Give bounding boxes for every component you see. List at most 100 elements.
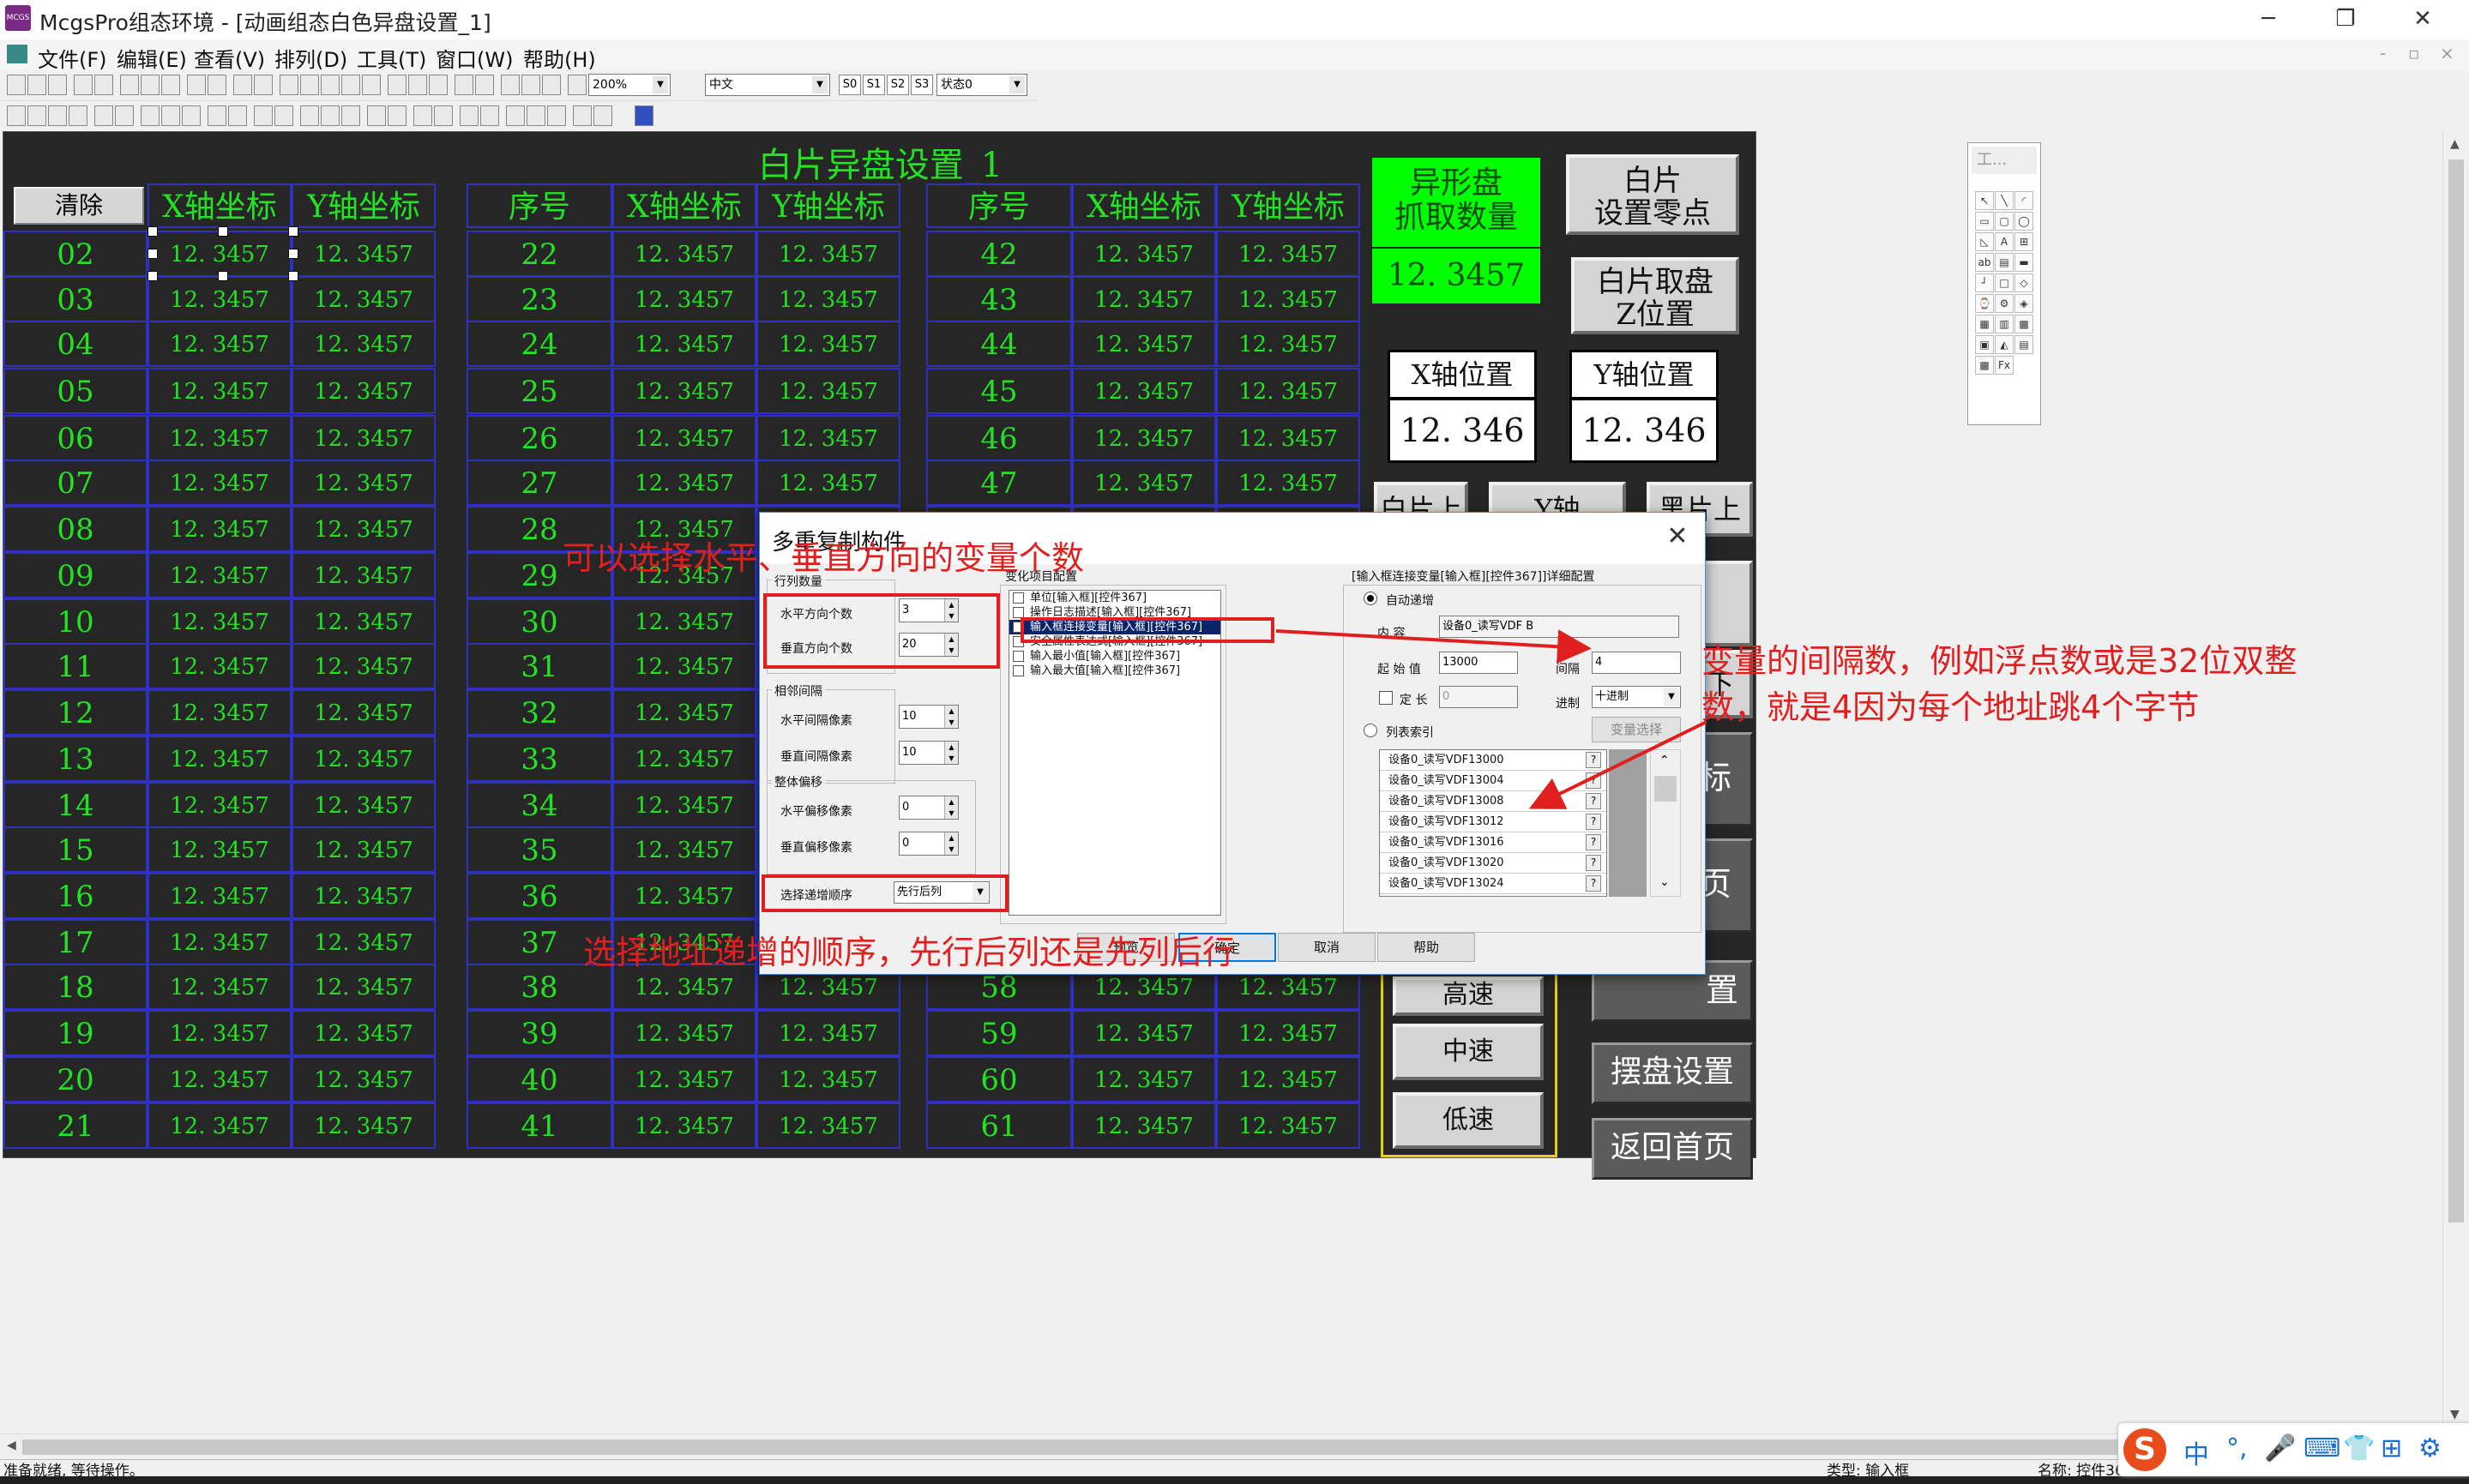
col1-y-input[interactable]: 12. 3457 <box>292 873 436 919</box>
palette-tool-icon[interactable]: ab <box>1975 253 1994 272</box>
toolbox-icon[interactable]: ⊞ <box>2381 1433 2402 1463</box>
mid-speed-button[interactable]: 中速 <box>1393 1024 1544 1080</box>
palette-tool-icon[interactable]: ▩ <box>1975 356 1994 375</box>
save-icon[interactable] <box>48 75 67 95</box>
menu-edit[interactable]: 编辑(E) <box>117 43 187 73</box>
center-v-icon[interactable] <box>274 105 293 126</box>
col3-y-input[interactable]: 12. 3457 <box>1216 276 1360 322</box>
col2-x-input[interactable]: 12. 3457 <box>612 1010 756 1056</box>
palette-tool-icon[interactable]: Fx <box>1995 356 2014 375</box>
address-select-button[interactable]: ? <box>1586 875 1601 892</box>
col3-y-input[interactable]: 12. 3457 <box>1216 1010 1360 1056</box>
tool-icon-b[interactable] <box>254 75 273 95</box>
col2-x-input[interactable]: 12. 3457 <box>612 231 756 277</box>
col1-x-input[interactable]: 12. 3457 <box>148 1010 292 1056</box>
selection-handle[interactable] <box>148 226 158 237</box>
col3-x-input[interactable]: 12. 3457 <box>1072 368 1216 414</box>
selection-handle[interactable] <box>288 249 298 259</box>
address-row[interactable]: 设备0_读写VDF13012? <box>1380 812 1606 832</box>
align-bottom-icon[interactable] <box>69 105 87 126</box>
address-row[interactable]: 设备0_读写VDF13004? <box>1380 771 1606 791</box>
col1-y-input[interactable]: 12. 3457 <box>292 368 436 414</box>
horizontal-scroll-thumb[interactable] <box>22 1439 2398 1455</box>
col1-x-input[interactable]: 12. 3457 <box>148 368 292 414</box>
address-select-button[interactable]: ? <box>1586 793 1601 809</box>
col1-x-input[interactable]: 12. 3457 <box>148 1102 292 1149</box>
spinner-icon[interactable]: ▲ ▼ <box>944 796 958 819</box>
mdi-restore-button[interactable]: ▫ <box>2408 43 2420 63</box>
palette-tool-icon[interactable]: ↖ <box>1975 191 1994 210</box>
dialog-close-button[interactable]: ✕ <box>1659 518 1696 556</box>
palette-tool-icon[interactable]: ◯ <box>2014 212 2033 231</box>
col1-y-input[interactable]: 12. 3457 <box>292 276 436 322</box>
h-offset-input[interactable]: 0 ▲ ▼ <box>899 796 959 820</box>
menu-arrange[interactable]: 排列(D) <box>274 43 347 73</box>
col2-y-input[interactable]: 12. 3457 <box>756 231 900 277</box>
palette-tool-icon[interactable]: ▥ <box>1995 315 2014 333</box>
palette-tool-icon[interactable]: A <box>1995 232 2014 251</box>
address-row[interactable]: 设备0_读写VDF13020? <box>1380 853 1606 874</box>
state-s0-button[interactable]: S0 <box>839 75 861 95</box>
align-center-v-icon[interactable] <box>115 105 134 126</box>
clear-button[interactable]: 清除 <box>14 187 144 225</box>
col3-x-input[interactable]: 12. 3457 <box>1072 460 1216 506</box>
tray-setting-button[interactable]: 摆盘设置 <box>1592 1042 1753 1104</box>
redo-icon[interactable] <box>208 75 226 95</box>
address-select-button[interactable]: ? <box>1586 814 1601 830</box>
address-row[interactable]: 设备0_读写VDF13008? <box>1380 791 1606 812</box>
col2-y-input[interactable]: 12. 3457 <box>756 321 900 367</box>
col3-x-input[interactable]: 12. 3457 <box>1072 1056 1216 1102</box>
col2-x-input[interactable]: 12. 3457 <box>612 276 756 322</box>
paste-icon[interactable] <box>161 75 180 95</box>
close-button[interactable]: ✕ <box>2384 0 2461 39</box>
open-icon[interactable] <box>27 75 46 95</box>
tool-icon-h[interactable] <box>388 75 406 95</box>
col1-x-input[interactable]: 12. 3457 <box>148 460 292 506</box>
start-input[interactable]: 13000 <box>1439 652 1518 674</box>
col2-y-input[interactable]: 12. 3457 <box>756 1102 900 1149</box>
address-list[interactable]: 设备0_读写VDF13000? 设备0_读写VDF13004? 设备0_读写VDF1… <box>1379 749 1607 897</box>
col3-y-input[interactable]: 12. 3457 <box>1216 460 1360 506</box>
col2-x-input[interactable]: 12. 3457 <box>612 873 756 919</box>
h-spacing-input[interactable]: 10 ▲ ▼ <box>899 705 959 729</box>
palette-tool-icon[interactable]: ⌚ <box>1975 294 1994 313</box>
chevron-down-icon[interactable]: ⌄ <box>1659 875 1670 889</box>
menu-file[interactable]: 文件(F) <box>38 43 107 73</box>
col2-x-input[interactable]: 12. 3457 <box>612 598 756 645</box>
flip-h-icon[interactable] <box>321 105 340 126</box>
palette-tool-icon[interactable]: ▦ <box>1975 315 1994 333</box>
col2-x-input[interactable]: 12. 3457 <box>612 826 756 873</box>
selection-handle[interactable] <box>288 226 298 237</box>
content-input[interactable]: 设备0_读写VDF B <box>1439 616 1679 638</box>
tool-icon-g[interactable] <box>362 75 381 95</box>
palette-tool-icon[interactable]: ┘ <box>1975 273 1994 292</box>
state-s2-button[interactable]: S2 <box>887 75 909 95</box>
grid-icon[interactable] <box>413 105 432 126</box>
group-icon[interactable] <box>367 105 386 126</box>
col2-x-input[interactable]: 12. 3457 <box>612 736 756 782</box>
tool-icon-o[interactable] <box>542 75 561 95</box>
palette-tool-icon[interactable]: ⚙ <box>1995 294 2014 313</box>
flip-v-icon[interactable] <box>341 105 360 126</box>
col1-y-input[interactable]: 12. 3457 <box>292 782 436 828</box>
col1-y-input[interactable]: 12. 3457 <box>292 736 436 782</box>
fixed-length-checkbox[interactable] <box>1379 691 1393 705</box>
tool-icon-c[interactable] <box>280 75 298 95</box>
menu-view[interactable]: 查看(V) <box>194 43 265 73</box>
bring-front-icon[interactable] <box>460 105 479 126</box>
align-center-h-icon[interactable] <box>94 105 113 126</box>
selection-handle[interactable] <box>218 271 228 281</box>
back-home-button[interactable]: 返回首页 <box>1592 1118 1753 1180</box>
checkbox-icon[interactable] <box>1013 651 1024 662</box>
col1-y-input[interactable]: 12. 3457 <box>292 598 436 645</box>
palette-tool-icon[interactable]: ◜ <box>2014 191 2033 210</box>
zoom-select[interactable]: 200% ▼ <box>588 74 671 96</box>
low-speed-button[interactable]: 低速 <box>1393 1092 1544 1149</box>
palette-tool-icon[interactable]: ▭ <box>1975 212 1994 231</box>
col1-y-input[interactable]: 12. 3457 <box>292 826 436 873</box>
menu-window[interactable]: 窗口(W) <box>436 43 513 73</box>
col2-x-input[interactable]: 12. 3457 <box>612 1056 756 1102</box>
scroll-up-icon[interactable]: ▲ <box>2450 137 2460 151</box>
space-h-icon[interactable] <box>208 105 226 126</box>
col1-y-input[interactable]: 12. 3457 <box>292 689 436 736</box>
